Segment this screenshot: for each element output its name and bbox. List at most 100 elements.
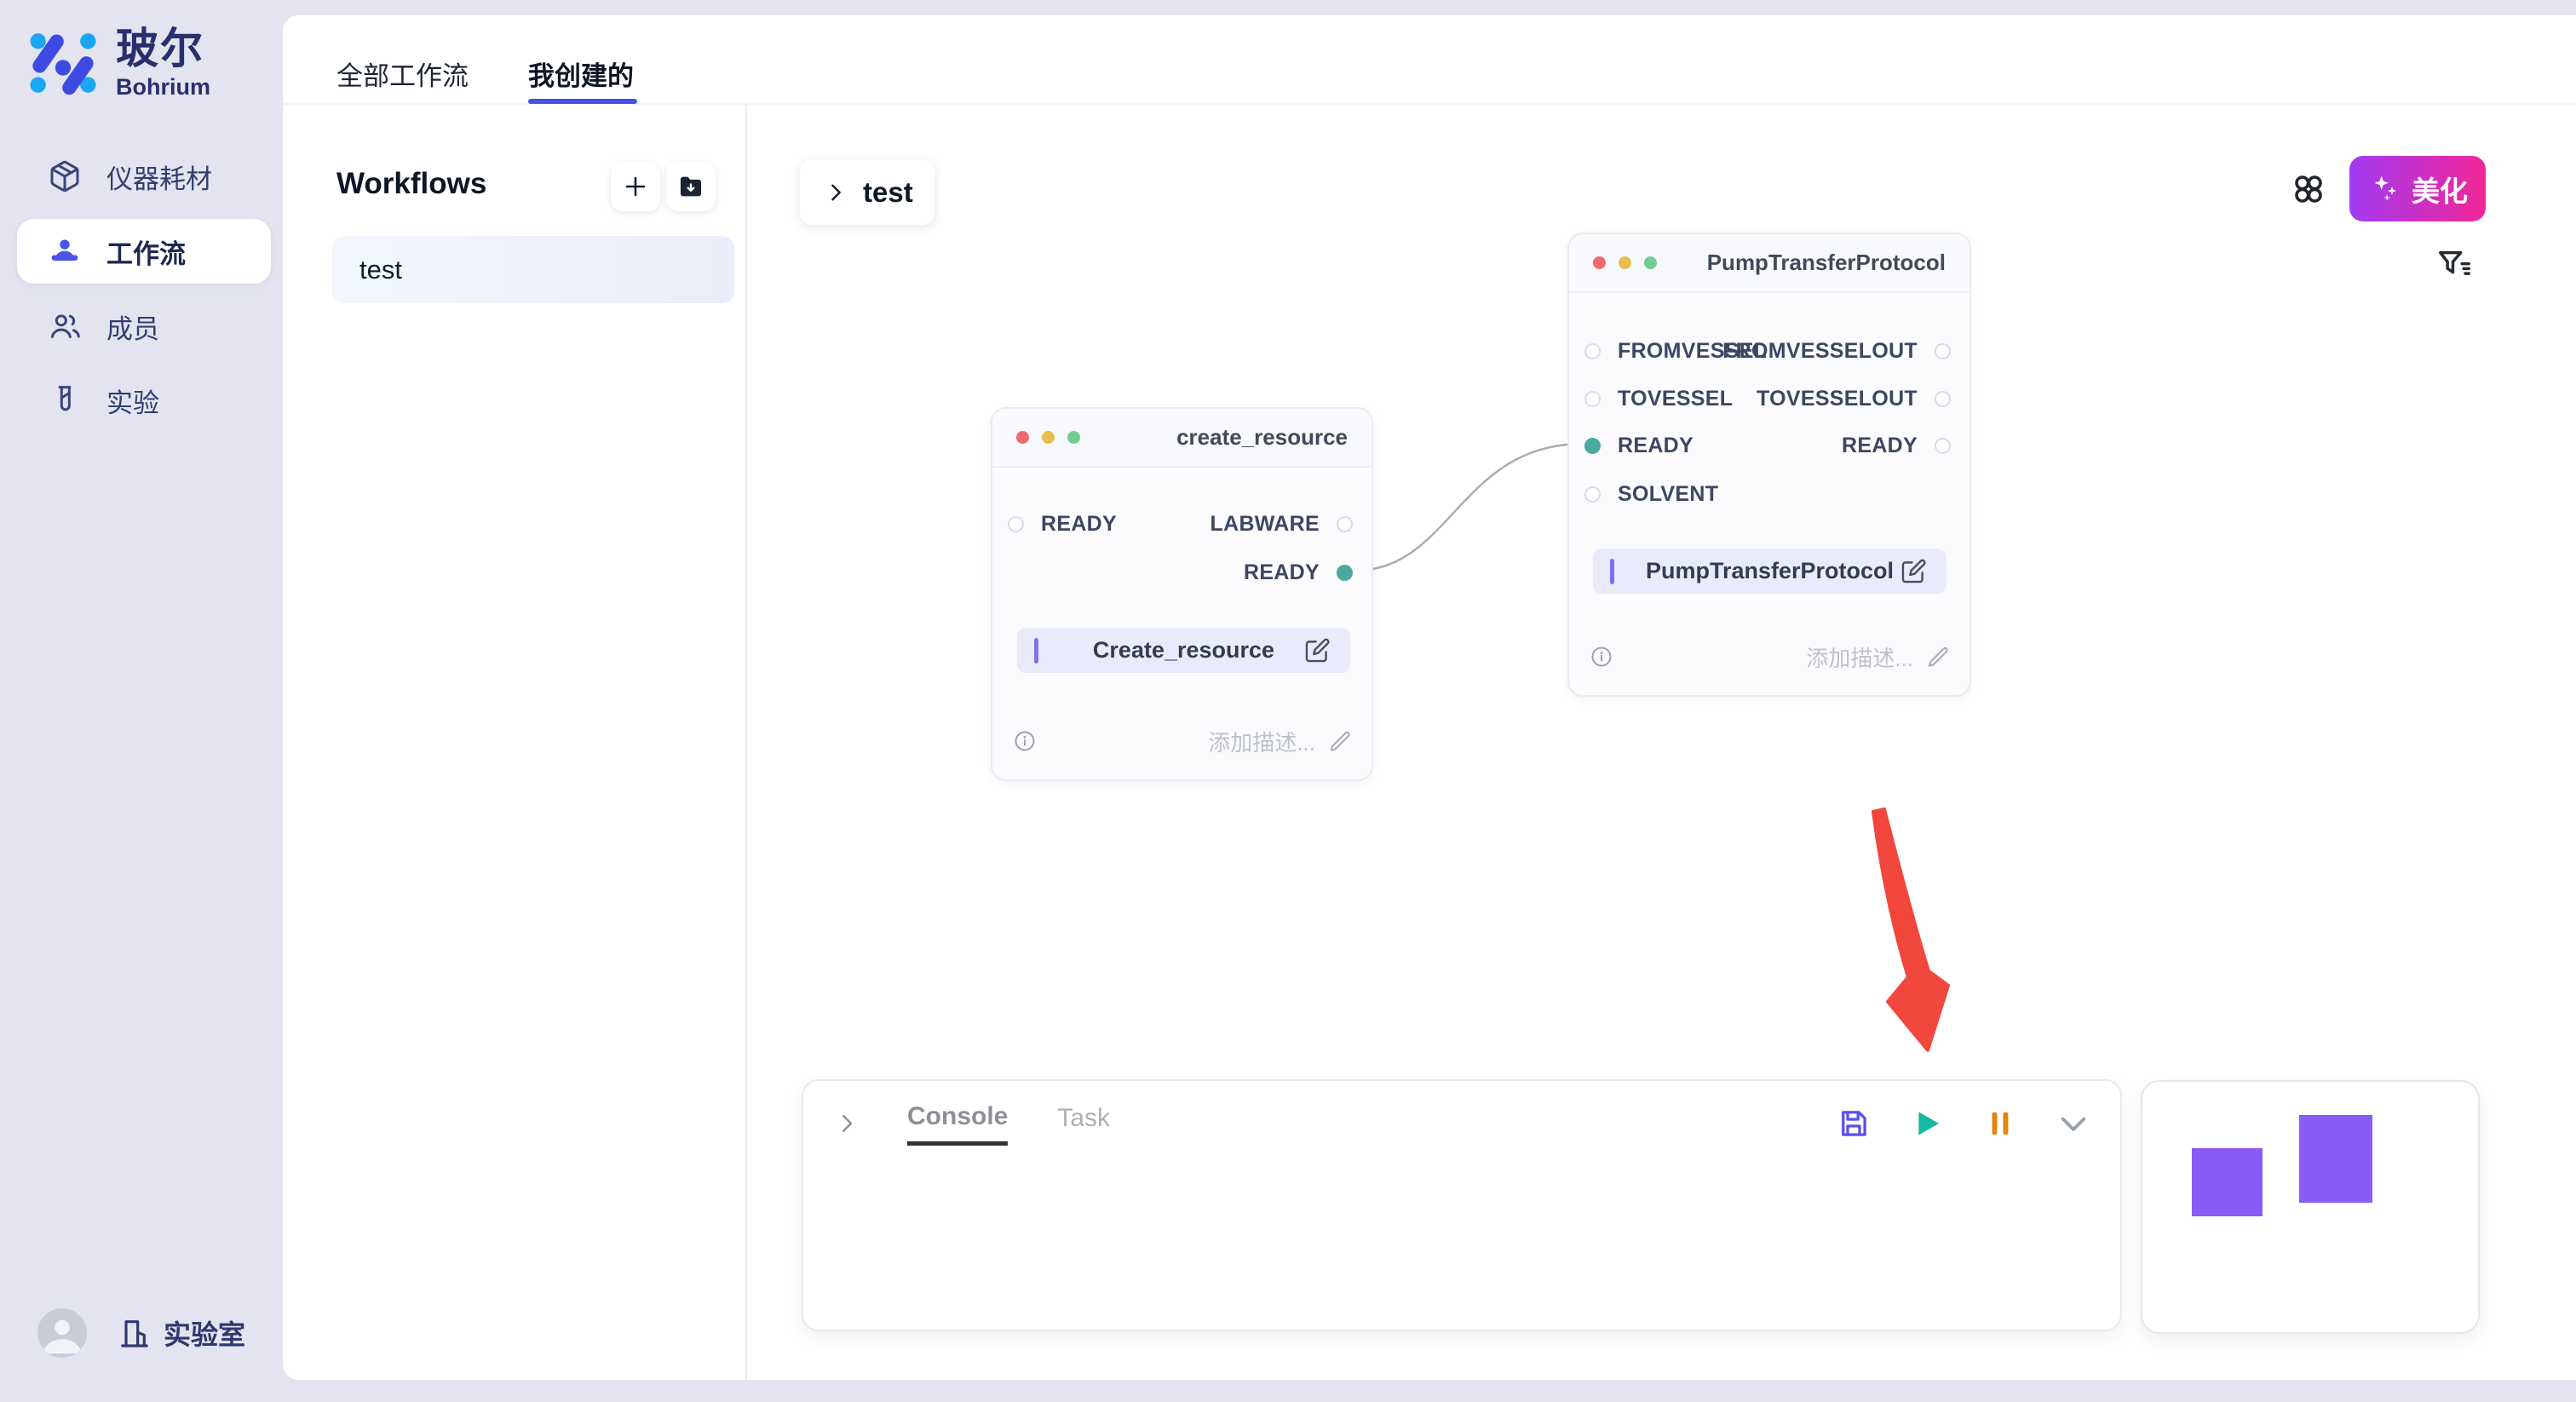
description-placeholder[interactable]: 添加描述... [1208, 726, 1315, 757]
port-dot[interactable] [1935, 343, 1951, 359]
sidebar-item-label: 成员 [106, 307, 159, 346]
tab-all-workflows[interactable]: 全部工作流 [336, 55, 469, 93]
port-out-fromvesselout[interactable]: FROMVESSELOUT [1722, 335, 1951, 367]
node-dot-green[interactable] [1644, 256, 1657, 269]
sidebar-item-members[interactable]: 成员 [0, 294, 283, 359]
members-icon [48, 309, 82, 343]
console-header: Console Task [834, 1101, 2091, 1146]
add-workflow-button[interactable] [611, 162, 660, 211]
port-in-ready[interactable]: READY [1008, 508, 1117, 540]
description-placeholder[interactable]: 添加描述... [1806, 641, 1913, 673]
plus-icon [621, 172, 650, 201]
node-title: PumpTransferProtocol [1707, 250, 1946, 276]
chevron-right-icon [824, 181, 848, 204]
info-icon[interactable] [1013, 729, 1037, 753]
building-icon [118, 1316, 152, 1350]
node-header: create_resource [992, 409, 1371, 468]
workflow-item-label: test [359, 255, 402, 285]
apps-grid-icon[interactable] [2288, 169, 2329, 210]
node-dot-yellow[interactable] [1042, 431, 1055, 444]
port-out-tovesselout[interactable]: TOVESSELOUT [1757, 382, 1951, 415]
console-actions [1836, 1106, 2091, 1141]
edit-icon[interactable] [1302, 636, 1331, 665]
app-window: 玻尔 Bohrium 仪器耗材 工作流 [0, 0, 2576, 1402]
chevron-down-icon[interactable] [2056, 1106, 2091, 1141]
breadcrumb-label: test [863, 176, 913, 209]
user-avatar[interactable] [37, 1308, 87, 1358]
workflow-icon [48, 234, 82, 268]
sidebar-item-workflow[interactable]: 工作流 [17, 219, 271, 284]
node-action-label: Create_resource [1093, 637, 1274, 664]
experiment-icon [48, 383, 82, 417]
console-expand-icon[interactable] [834, 1111, 860, 1136]
canvas-breadcrumb[interactable]: test [800, 159, 934, 225]
port-dot[interactable] [1008, 516, 1024, 532]
port-dot[interactable] [1337, 565, 1353, 581]
import-folder-button[interactable] [666, 162, 716, 211]
minimap[interactable] [2141, 1080, 2480, 1334]
sparkles-icon [2367, 172, 2401, 206]
node-create-resource[interactable]: create_resource READY LABWARE READY Crea… [991, 407, 1373, 781]
workflow-list-item[interactable]: test [332, 236, 734, 303]
sidebar-footer: 实验室 [0, 1305, 283, 1361]
port-out-labware[interactable]: LABWARE [1210, 508, 1353, 540]
panel-divider [745, 105, 747, 1380]
node-dot-yellow[interactable] [1619, 256, 1631, 269]
brand-subtitle: Bohrium [116, 74, 210, 101]
brand-title: 玻尔 [116, 26, 210, 72]
port-dot[interactable] [1935, 438, 1951, 454]
node-pump-transfer-protocol[interactable]: PumpTransferProtocol FROMVESSEL TOVESSEL… [1567, 233, 1971, 697]
active-tab-underline [528, 99, 637, 104]
sidebar-item-experiments[interactable]: 实验 [0, 368, 283, 433]
pencil-icon[interactable] [1327, 728, 1353, 754]
folder-download-icon [676, 172, 705, 201]
console-tab[interactable]: Console [907, 1102, 1008, 1146]
port-in-ready[interactable]: READY [1584, 429, 1693, 462]
port-out-ready[interactable]: READY [1244, 556, 1353, 589]
sidebar-item-label: 仪器耗材 [106, 158, 212, 196]
beautify-label: 美化 [2412, 169, 2468, 210]
node-action-button[interactable]: Create_resource [1017, 628, 1350, 673]
cursor-bar [1034, 638, 1038, 664]
node-dot-green[interactable] [1067, 431, 1080, 444]
sidebar-item-instruments[interactable]: 仪器耗材 [0, 144, 283, 209]
edit-icon[interactable] [1899, 557, 1928, 586]
cursor-bar [1610, 559, 1614, 584]
task-tab[interactable]: Task [1057, 1104, 1110, 1143]
filter-icon[interactable] [2435, 245, 2474, 284]
sidebar: 玻尔 Bohrium 仪器耗材 工作流 [0, 0, 283, 1402]
port-in-tovessel[interactable]: TOVESSEL [1584, 382, 1733, 415]
minimap-node-pump-transfer [2299, 1115, 2372, 1203]
brand: 玻尔 Bohrium [26, 26, 210, 101]
lab-switcher[interactable]: 实验室 [118, 1313, 245, 1353]
port-dot[interactable] [1584, 486, 1601, 503]
beautify-button[interactable]: 美化 [2349, 156, 2486, 221]
console-panel: Console Task [802, 1079, 2122, 1331]
tab-my-created[interactable]: 我创建的 [528, 55, 634, 93]
node-footer: 添加描述... [1590, 641, 1951, 673]
box-icon [48, 159, 82, 193]
node-dot-red[interactable] [1593, 256, 1606, 269]
port-out-ready[interactable]: READY [1842, 429, 1951, 462]
bohrium-logo-icon [26, 26, 101, 101]
port-dot[interactable] [1337, 516, 1353, 532]
sidebar-item-label: 工作流 [106, 233, 186, 271]
port-dot[interactable] [1584, 438, 1601, 454]
save-icon[interactable] [1836, 1106, 1872, 1141]
node-footer: 添加描述... [1013, 725, 1353, 757]
port-dot[interactable] [1584, 391, 1601, 407]
port-dot[interactable] [1584, 343, 1601, 359]
info-icon[interactable] [1590, 645, 1613, 669]
node-action-label: PumpTransferProtocol [1646, 558, 1894, 584]
node-title: create_resource [1176, 424, 1348, 451]
pencil-icon[interactable] [1925, 644, 1951, 669]
node-header: PumpTransferProtocol [1569, 234, 1969, 293]
run-play-icon[interactable] [1909, 1106, 1945, 1141]
workflows-title: Workflows [336, 167, 486, 201]
port-dot[interactable] [1935, 391, 1951, 407]
pause-icon[interactable] [1982, 1106, 2018, 1141]
node-action-button[interactable]: PumpTransferProtocol [1593, 549, 1946, 594]
node-dot-red[interactable] [1016, 431, 1029, 444]
sidebar-item-label: 实验 [106, 382, 159, 420]
port-in-solvent[interactable]: SOLVENT [1584, 478, 1718, 510]
